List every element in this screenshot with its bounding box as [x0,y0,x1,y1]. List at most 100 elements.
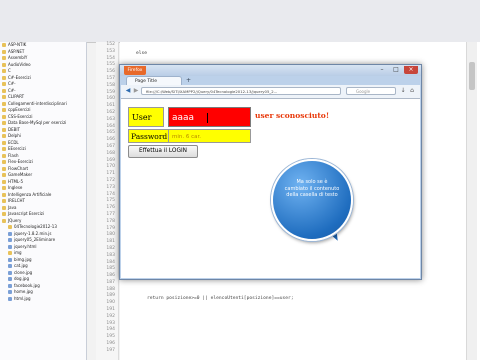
user-input-value: aaaa [172,113,195,123]
file-icon [8,244,12,249]
page-content: User aaaa user sconosciuto! Password min… [121,99,420,278]
folder-icon [2,134,6,139]
file-icon [8,231,12,236]
folder-icon [2,186,6,191]
line-number: 176 [106,205,115,211]
line-number: 192 [106,313,115,319]
file-icon [8,270,12,275]
login-button[interactable]: Effettua il LOGIN [128,145,198,158]
line-number: 183 [106,252,115,258]
user-label: User [128,107,164,127]
folder-icon [2,121,6,126]
line-number: 178 [106,218,115,224]
line-number: 167 [106,143,115,149]
folder-icon [2,179,6,184]
line-number: 157 [106,75,115,81]
line-number: 163 [106,116,115,122]
folder-icon [2,127,6,132]
user-error-message: user sconosciuto! [255,111,330,120]
line-number: 168 [106,150,115,156]
address-bar[interactable]: file:///C:/Web/SITI/XAMPP2/jQuery/04Tecn… [141,87,341,95]
editor-toolbar [0,0,480,43]
search-field[interactable]: Google [346,87,396,95]
line-number: 156 [106,69,115,75]
line-number: 152 [106,42,115,47]
user-input[interactable]: aaaa [168,107,251,127]
line-number: 166 [106,137,115,143]
browser-tab[interactable]: Page Title [126,76,182,85]
folder-icon [2,82,6,87]
folder-icon [2,114,6,119]
line-number: 197 [106,347,115,353]
folder-icon [2,56,6,61]
tree-item-label: html.jpg [14,295,31,301]
editor-scrollbar[interactable] [466,42,477,360]
folder-icon [2,153,6,158]
line-number: 191 [106,307,115,313]
folder-icon [2,140,6,145]
close-icon[interactable]: × [404,66,418,74]
code-line-bottom: return posizione>=0 || elencoUtenti[posi… [147,296,294,301]
back-icon[interactable]: ◀ [125,88,131,94]
home-icon[interactable]: ⌂ [409,88,415,94]
navigation-bar: ◀ ▶ file:///C:/Web/SITI/XAMPP2/jQuery/04… [121,85,420,99]
speech-bubble: Ma solo se è cambiato il contenuto della… [271,159,353,241]
line-number: 172 [106,177,115,183]
file-icon [8,290,12,295]
folder-icon [2,101,6,106]
folder-icon [2,95,6,100]
line-number: 177 [106,211,115,217]
folder-icon [2,88,6,93]
file-icon [8,277,12,282]
new-tab-icon[interactable]: + [185,77,192,84]
folder-icon [2,75,6,80]
folder-icon [2,218,6,223]
line-number-gutter: 152 153 154 155 156 157 158 159 160 161 162 163 164 1… [96,42,119,360]
firefox-titlebar: Firefox – □ × [120,65,421,76]
speech-bubble-text: Ma solo se è cambiato il contenuto della… [279,179,345,199]
code-line-top: else [136,51,148,56]
line-number: 187 [106,279,115,285]
line-number: 196 [106,341,115,347]
download-icon[interactable]: ↓ [400,88,406,94]
line-number: 161 [106,103,115,109]
password-label: Password [128,129,169,143]
folder-icon [8,251,12,256]
folder-icon [2,62,6,67]
folder-icon [2,212,6,217]
file-icon [8,283,12,288]
minimize-icon[interactable]: – [376,66,388,74]
line-number: 181 [106,239,115,245]
tree-item-label: AudioVideo [8,61,31,67]
folder-icon [2,199,6,204]
firefox-window: Firefox – □ × Page Title + ◀ ▶ file:///C… [119,64,422,280]
file-icon [8,238,12,243]
folder-icon [2,160,6,165]
folder-icon [2,205,6,210]
password-input[interactable]: min. 6 car. [168,129,251,143]
folder-icon [2,147,6,152]
text-cursor [207,113,208,123]
desktop-screen: ASP-NTIK ASP.NET AssemblY AudioVideo C C#-Ese… [0,0,480,360]
folder-icon [2,69,6,74]
file-icon [8,264,12,269]
forward-icon[interactable]: ▶ [133,88,139,94]
line-number: 153 [106,48,115,54]
firefox-menu-button[interactable]: Firefox [124,66,146,75]
folder-icon [2,166,6,171]
line-number: 186 [106,273,115,279]
project-tree[interactable]: ASP-NTIK ASP.NET AssemblY AudioVideo C C#-Ese… [0,42,87,360]
line-number: 162 [106,109,115,115]
maximize-icon[interactable]: □ [390,66,402,74]
folder-icon [2,173,6,178]
folder-icon [2,108,6,113]
line-number: 182 [106,245,115,251]
folder-icon [2,43,6,48]
tree-item[interactable]: html.jpg [0,296,86,303]
line-number: 173 [106,184,115,190]
scrollbar-thumb[interactable] [469,62,475,90]
tab-title: Page Title [135,79,157,84]
folder-icon [8,225,12,230]
line-number: 158 [106,82,115,88]
file-icon [8,257,12,262]
